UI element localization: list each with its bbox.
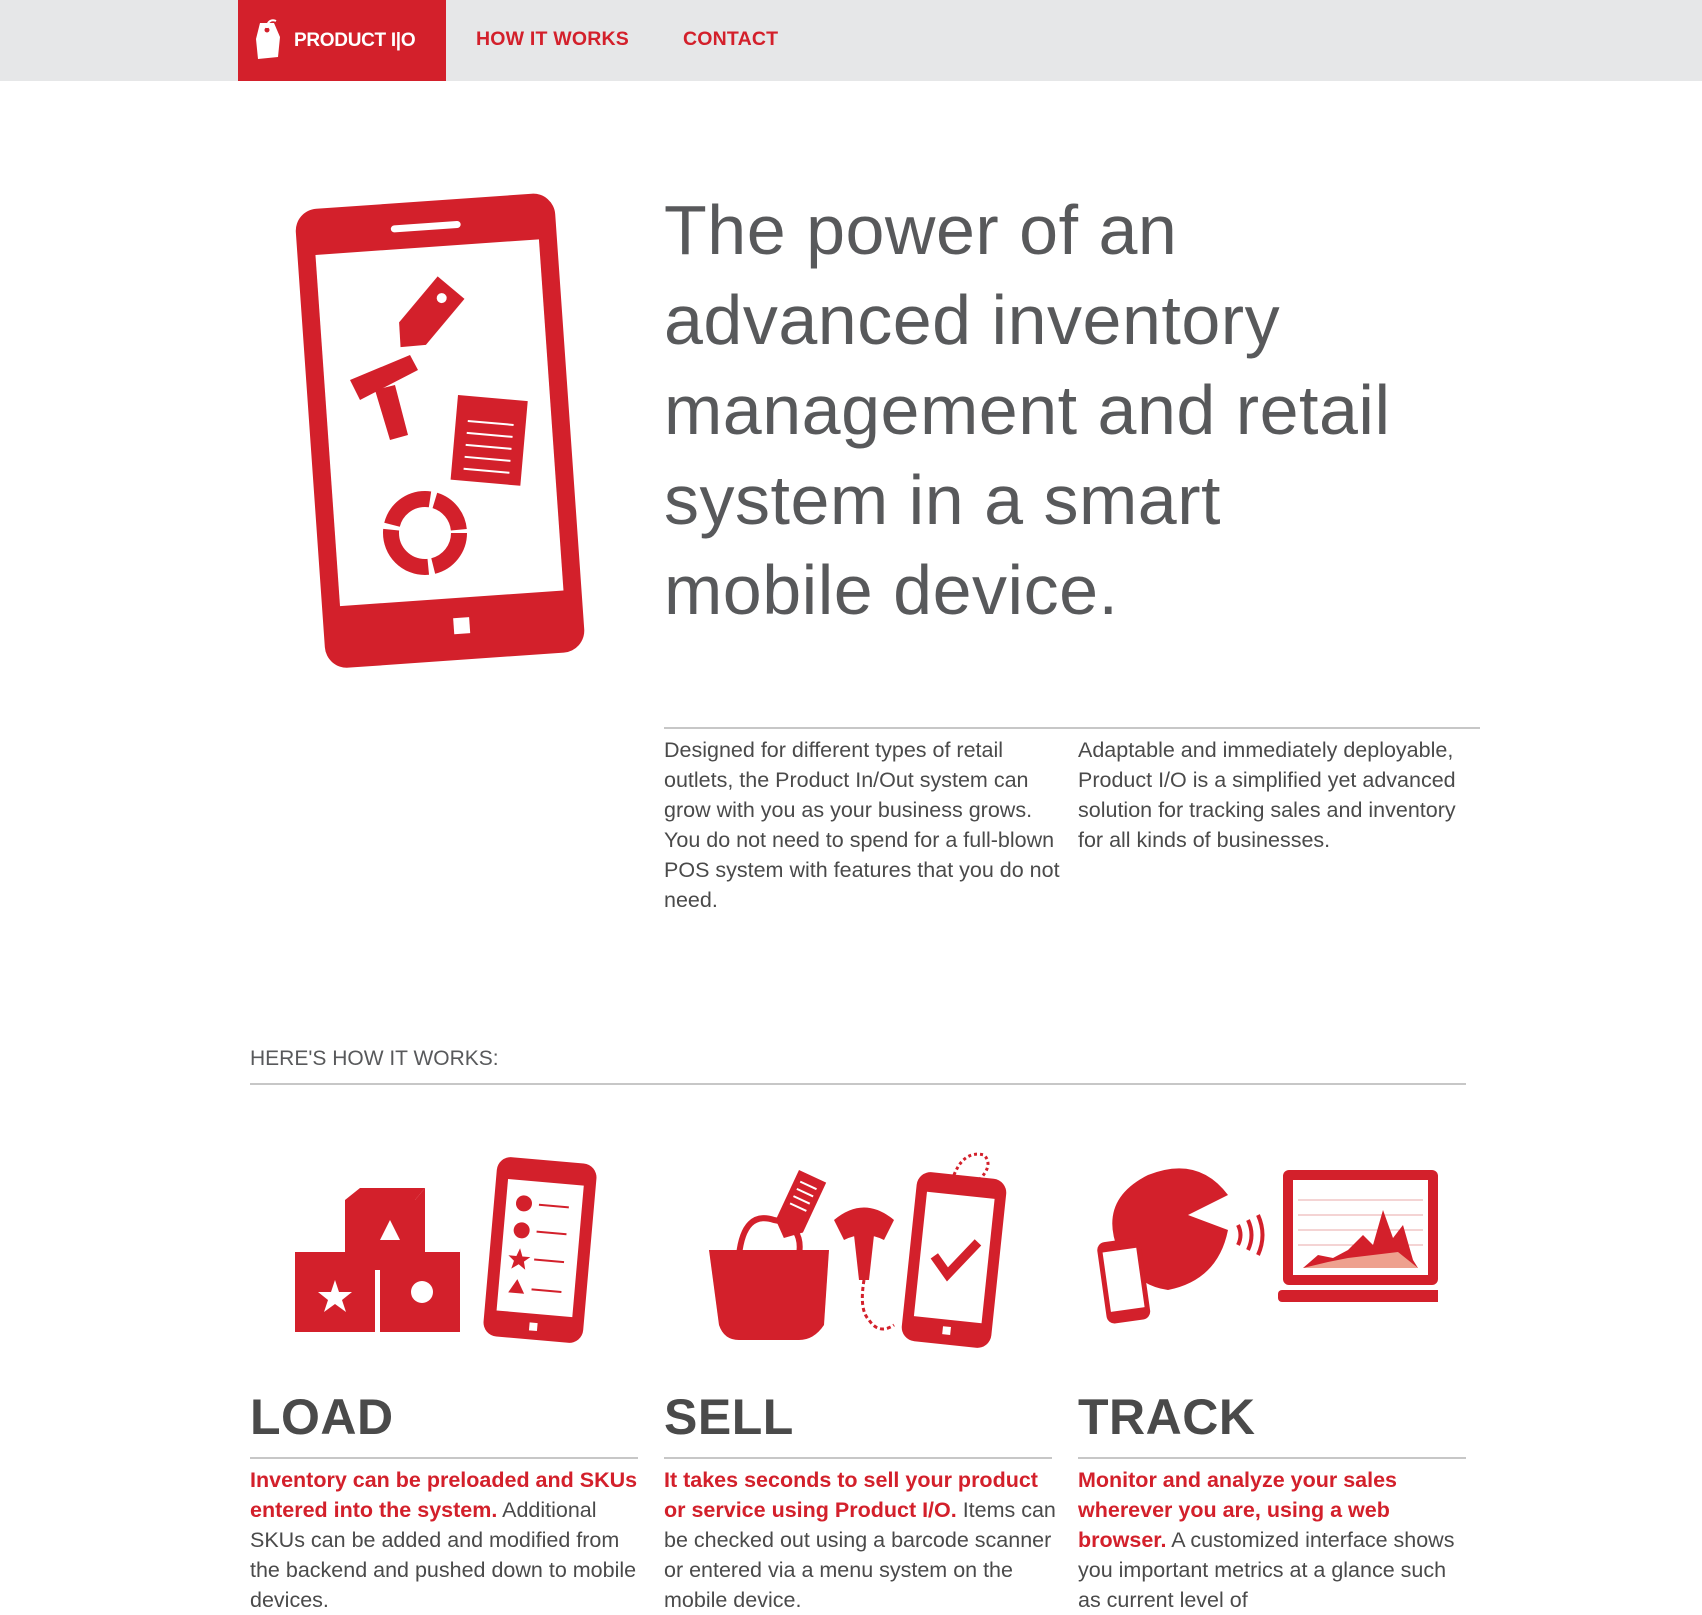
step-text-load: Inventory can be preloaded and SKUs ente… <box>250 1465 642 1615</box>
step-divider-track <box>1078 1457 1466 1459</box>
how-it-works-divider <box>250 1083 1466 1085</box>
hero-divider <box>664 727 1480 729</box>
step-text-track: Monitor and analyze your sales wherever … <box>1078 1465 1470 1615</box>
smartphone-inventory-icon <box>295 193 585 668</box>
step-title-load: LOAD <box>250 1389 394 1445</box>
how-it-works-heading: HERE'S HOW IT WORKS: <box>250 1047 499 1070</box>
step-title-track: TRACK <box>1078 1389 1256 1445</box>
blocks-and-phone-icon <box>295 1157 597 1343</box>
intro-paragraph-right: Adaptable and immediately deployable, Pr… <box>1078 738 1456 852</box>
brand-label: PRODUCT I|O <box>294 29 416 51</box>
step-title-sell: SELL <box>664 1389 794 1445</box>
step-text-sell: It takes seconds to sell your product or… <box>664 1465 1056 1615</box>
top-nav: PRODUCT I|O HOW IT WORKS CONTACT <box>0 0 1702 81</box>
nav-link-contact[interactable]: CONTACT <box>683 28 778 51</box>
nav-link-how-it-works[interactable]: HOW IT WORKS <box>476 28 629 51</box>
bag-scanner-phone-icon <box>709 1152 1007 1348</box>
step-divider-load <box>250 1457 638 1459</box>
brand-logo-link[interactable]: PRODUCT I|O <box>238 0 446 81</box>
hero-headline: The power of an advanced inventory manag… <box>664 191 1391 629</box>
cloud-laptop-chart-icon <box>1097 1168 1438 1324</box>
intro-paragraph-left: Designed for different types of retail o… <box>664 738 1060 912</box>
step-divider-sell <box>664 1457 1052 1459</box>
price-tag-icon <box>256 18 280 59</box>
